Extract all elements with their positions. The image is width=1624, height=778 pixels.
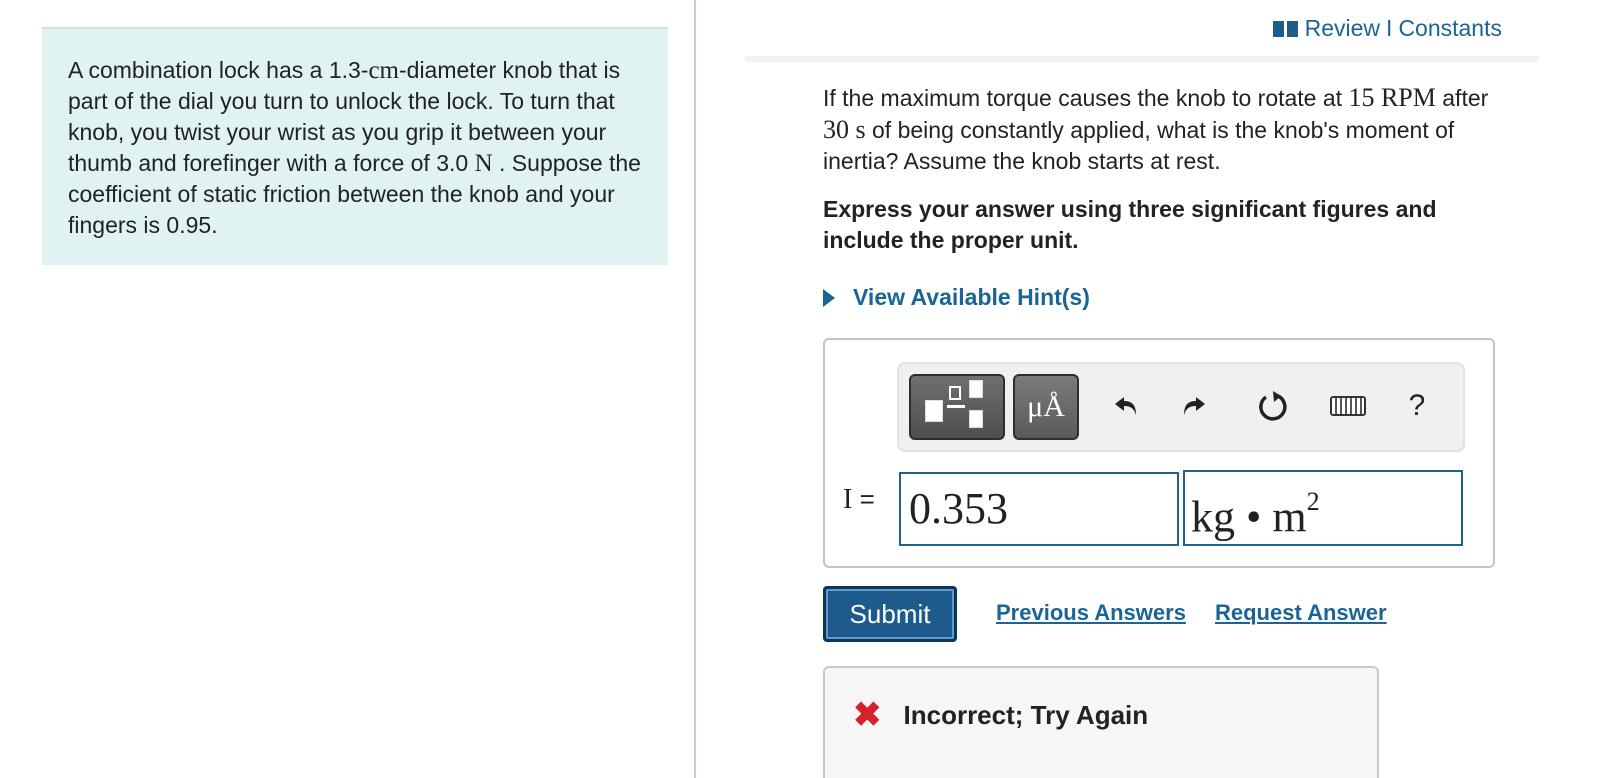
header-rule	[745, 56, 1539, 62]
help-icon: ?	[1408, 389, 1426, 422]
templates-button[interactable]	[909, 374, 1005, 440]
panel-divider	[694, 0, 696, 778]
undo-button[interactable]	[1107, 384, 1147, 428]
review-link[interactable]: Review	[1305, 15, 1380, 42]
reset-button[interactable]	[1253, 384, 1293, 428]
problem-statement-panel: A combination lock has a 1.3-cm-diameter…	[42, 27, 668, 265]
answer-value-input[interactable]: 0.353	[899, 472, 1179, 546]
incorrect-x-icon: ✖	[853, 696, 882, 734]
units-icon: μÅ	[1027, 390, 1065, 423]
hints-label: View Available Hint(s)	[853, 284, 1090, 310]
problem-text: A combination lock has a 1.3-cm-diameter…	[68, 57, 641, 238]
undo-icon	[1115, 397, 1136, 415]
answer-box: μÅ ? I = 0.353 kg • m2	[823, 338, 1495, 568]
help-button[interactable]: ?	[1397, 384, 1437, 428]
request-answer-link[interactable]: Request Answer	[1215, 600, 1387, 626]
answer-instructions: Express your answer using three signific…	[823, 196, 1437, 253]
book-icon	[1272, 19, 1299, 39]
redo-icon	[1184, 397, 1205, 415]
previous-answers-link[interactable]: Previous Answers	[996, 600, 1186, 626]
keyboard-icon	[1330, 396, 1366, 416]
constants-link[interactable]: Constants	[1398, 15, 1502, 42]
answer-unit-input[interactable]: kg • m2	[1183, 470, 1463, 546]
math-toolbar: μÅ ?	[897, 362, 1465, 452]
rpm-value: 15 RPM	[1348, 83, 1436, 112]
submit-button[interactable]: Submit	[823, 586, 957, 642]
feedback-panel: ✖ Incorrect; Try Again	[823, 666, 1379, 778]
view-hints-toggle[interactable]: View Available Hint(s)	[823, 284, 1090, 311]
time-value: 30 s	[823, 115, 866, 144]
review-constants-links: Review I Constants	[1272, 15, 1502, 42]
keyboard-button[interactable]	[1325, 384, 1371, 428]
link-separator: I	[1386, 15, 1393, 41]
feedback-message: Incorrect; Try Again	[903, 699, 1149, 730]
units-button[interactable]: μÅ	[1013, 374, 1079, 440]
variable-label: I =	[843, 484, 875, 515]
question-text: If the maximum torque causes the knob to…	[823, 83, 1489, 174]
reset-icon	[1259, 391, 1287, 421]
redo-button[interactable]	[1173, 384, 1213, 428]
expand-triangle-icon	[823, 288, 835, 307]
